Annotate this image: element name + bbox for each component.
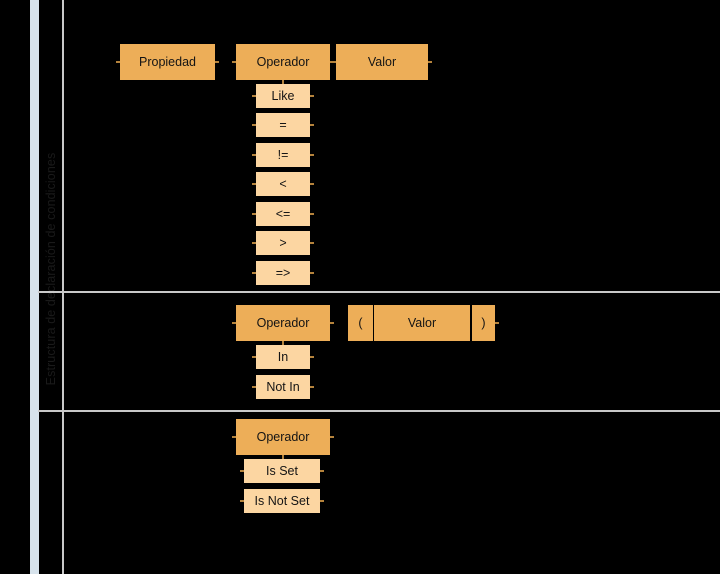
option-equals[interactable]: = xyxy=(252,113,314,137)
connector-nub-right xyxy=(330,436,334,438)
option-label: <= xyxy=(275,206,291,221)
option-label: Not In xyxy=(266,379,300,394)
connector-nub-right xyxy=(310,272,314,274)
row-divider-1 xyxy=(38,291,720,293)
connector-nub-left xyxy=(252,386,256,388)
diagram-title: Estructura de declaración de condiciones xyxy=(44,152,58,386)
connector-nub-right xyxy=(215,61,219,63)
node-label: Propiedad xyxy=(139,54,196,69)
option-label: != xyxy=(277,147,289,162)
track-vertical-line xyxy=(62,0,64,574)
connector-nub-left xyxy=(252,154,256,156)
node-propiedad[interactable]: Propiedad xyxy=(116,44,219,80)
node-operador-membership[interactable]: Operador xyxy=(232,305,334,345)
connector-nub-right xyxy=(330,322,334,324)
connector-nub-right xyxy=(310,95,314,97)
connector-nub-right xyxy=(428,61,432,63)
option-greater-than[interactable]: > xyxy=(252,231,314,255)
connector-nub-left xyxy=(252,183,256,185)
option-label: > xyxy=(279,235,287,250)
node-label: Operador xyxy=(256,315,310,330)
node-label: ( xyxy=(358,315,363,330)
node-label: Valor xyxy=(367,54,397,69)
connector-nub-right xyxy=(495,322,499,324)
section-accent-bar: Estructura de declaración de condiciones xyxy=(30,0,58,574)
option-less-than[interactable]: < xyxy=(252,172,314,196)
option-label: => xyxy=(275,265,291,280)
option-less-or-equal[interactable]: <= xyxy=(252,202,314,226)
node-open-paren[interactable]: ( xyxy=(348,305,373,341)
node-label: Operador xyxy=(256,429,310,444)
node-close-paren[interactable]: ) xyxy=(472,305,499,341)
option-is-set[interactable]: Is Set xyxy=(240,459,324,483)
connector-nub-left xyxy=(232,61,236,63)
connector-nub-left xyxy=(252,213,256,215)
option-like[interactable]: Like xyxy=(252,84,314,108)
node-label: Valor xyxy=(407,315,437,330)
connector-nub-left xyxy=(240,470,244,472)
option-label: Like xyxy=(271,88,295,103)
option-not-equals[interactable]: != xyxy=(252,143,314,167)
connector-nub-left xyxy=(252,272,256,274)
option-not-in[interactable]: Not In xyxy=(252,375,314,399)
option-in[interactable]: In xyxy=(252,345,314,369)
connector-nub-left xyxy=(252,124,256,126)
connector-nub-right xyxy=(320,470,324,472)
connector-nub-left xyxy=(116,61,120,63)
row-divider-2 xyxy=(38,410,720,412)
connector-nub-left xyxy=(252,95,256,97)
node-operador-comparison[interactable]: Operador xyxy=(232,44,334,84)
option-label: Is Set xyxy=(266,463,298,478)
option-label: = xyxy=(279,117,287,132)
connector-nub-left xyxy=(252,242,256,244)
connector-nub-left xyxy=(252,356,256,358)
connector-nub-left xyxy=(332,61,336,63)
option-greater-or-equal[interactable]: => xyxy=(252,261,314,285)
node-operador-existence[interactable]: Operador xyxy=(232,419,334,459)
option-label: Is Not Set xyxy=(254,493,310,508)
option-is-not-set[interactable]: Is Not Set xyxy=(240,489,324,513)
node-label: ) xyxy=(481,315,486,330)
connector-nub-right xyxy=(310,242,314,244)
connector-nub-right xyxy=(310,124,314,126)
connector-nub-right xyxy=(310,356,314,358)
railroad-diagram-canvas: Estructura de declaración de condiciones… xyxy=(0,0,720,574)
connector-nub-right xyxy=(310,386,314,388)
connector-nub-right xyxy=(320,500,324,502)
node-valor-membership[interactable]: Valor xyxy=(374,305,470,341)
connector-nub-right xyxy=(310,213,314,215)
connector-nub-right xyxy=(310,154,314,156)
connector-nub-left xyxy=(232,322,236,324)
connector-nub-right xyxy=(310,183,314,185)
option-label: In xyxy=(277,349,289,364)
node-valor-comparison[interactable]: Valor xyxy=(332,44,432,80)
node-label: Operador xyxy=(256,54,310,69)
option-label: < xyxy=(279,176,287,191)
connector-nub-left xyxy=(232,436,236,438)
connector-nub-left xyxy=(240,500,244,502)
